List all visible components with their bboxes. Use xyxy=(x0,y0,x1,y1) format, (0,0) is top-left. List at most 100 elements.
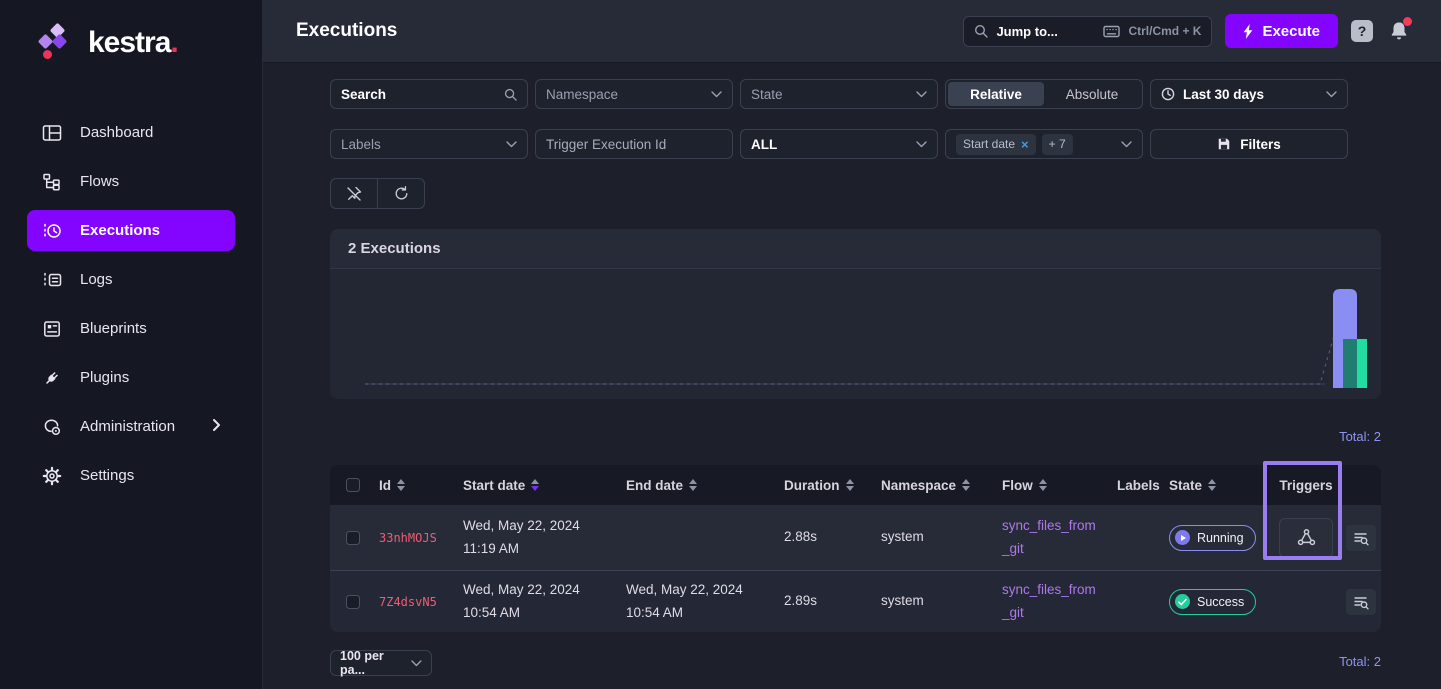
column-header-namespace[interactable]: Namespace xyxy=(877,478,998,493)
logs-list-icon xyxy=(41,269,63,291)
labels-select[interactable]: Labels xyxy=(330,129,528,159)
executions-bar-chart xyxy=(330,269,1381,399)
end-date-value: Wed, May 22, 202410:54 AM xyxy=(626,579,776,624)
column-header-state[interactable]: State xyxy=(1165,478,1272,493)
search-input[interactable] xyxy=(341,87,504,102)
lightning-icon xyxy=(1243,24,1253,39)
execution-id-link[interactable]: 7Z4dsvN5 xyxy=(379,595,437,609)
execute-button[interactable]: Execute xyxy=(1225,14,1338,48)
relative-toggle[interactable]: Relative xyxy=(948,82,1044,106)
select-all-checkbox[interactable] xyxy=(346,478,360,492)
execution-id-link[interactable]: 33nhMOJS xyxy=(379,531,437,545)
blueprints-board-icon xyxy=(41,318,63,340)
notification-badge xyxy=(1403,17,1412,26)
content: Namespace State Relative Absolute Last 3… xyxy=(263,63,1441,689)
toggle-charts-button[interactable] xyxy=(331,179,377,208)
admin-shield-gear-icon xyxy=(41,416,63,438)
total-count-top: Total: 2 xyxy=(330,429,1381,447)
success-check-icon xyxy=(1175,594,1190,609)
pin-off-icon xyxy=(345,185,363,203)
execution-details-button[interactable] xyxy=(1346,589,1376,615)
per-page-select[interactable]: 100 per pa... xyxy=(330,650,432,676)
help-button[interactable]: ? xyxy=(1351,20,1373,42)
sidebar-item-logs[interactable]: Logs xyxy=(27,259,235,300)
state-badge-success: Success xyxy=(1169,589,1256,615)
chart-canvas xyxy=(330,269,1381,399)
topbar: Executions Ctrl/Cmd + K Execute ? xyxy=(263,0,1441,63)
date-mode-toggle: Relative Absolute xyxy=(945,79,1143,109)
jump-to-input[interactable] xyxy=(996,24,1088,39)
state-select[interactable]: State xyxy=(740,79,938,109)
column-header-labels: Labels xyxy=(1113,478,1165,493)
keyboard-icon xyxy=(1103,25,1120,38)
chevron-down-icon xyxy=(1326,91,1337,98)
sort-icon[interactable] xyxy=(689,479,697,491)
flow-link[interactable]: sync_files_from_git xyxy=(1002,515,1102,560)
kestra-logo-icon xyxy=(36,24,78,62)
namespace-select[interactable]: Namespace xyxy=(535,79,733,109)
sort-icon[interactable] xyxy=(962,479,970,491)
table-footer: 100 per pa... Total: 2 xyxy=(330,650,1381,676)
sidebar-nav: Dashboard Flows Executions Logs xyxy=(0,112,262,496)
chevron-down-icon xyxy=(411,660,422,667)
sidebar-item-label: Executions xyxy=(80,222,160,239)
namespace-value: system xyxy=(881,529,924,544)
more-chips-badge[interactable]: + 7 xyxy=(1042,134,1073,155)
execution-details-button[interactable] xyxy=(1346,525,1376,551)
notifications-button[interactable] xyxy=(1386,18,1412,44)
sort-icon[interactable] xyxy=(1208,479,1216,491)
sidebar-item-flows[interactable]: Flows xyxy=(27,161,235,202)
sidebar-item-administration[interactable]: Administration xyxy=(27,406,235,447)
sidebar-item-label: Flows xyxy=(80,173,119,190)
sidebar-item-blueprints[interactable]: Blueprints xyxy=(27,308,235,349)
column-header-id[interactable]: Id xyxy=(375,478,459,493)
overlap-bar xyxy=(1343,339,1357,388)
sidebar-item-label: Logs xyxy=(80,271,113,288)
trigger-execution-id-filter[interactable] xyxy=(535,129,733,159)
table-row: 7Z4dsvN5 Wed, May 22, 202410:54 AM Wed, … xyxy=(330,570,1381,632)
sort-icon-active-desc[interactable] xyxy=(531,479,539,491)
sidebar-item-plugins[interactable]: Plugins xyxy=(27,357,235,398)
column-header-start-date[interactable]: Start date xyxy=(459,478,622,493)
date-range-select[interactable]: Last 30 days xyxy=(1150,79,1348,109)
chevron-down-icon xyxy=(916,91,927,98)
dashboard-grid-icon xyxy=(41,122,63,144)
sort-icon[interactable] xyxy=(846,479,854,491)
save-filters-button[interactable]: Filters xyxy=(1150,129,1348,159)
row-checkbox[interactable] xyxy=(346,595,360,609)
sidebar-item-label: Settings xyxy=(80,467,134,484)
sort-icon[interactable] xyxy=(1039,479,1047,491)
sort-icon[interactable] xyxy=(397,479,405,491)
search-filter[interactable] xyxy=(330,79,528,109)
absolute-toggle[interactable]: Absolute xyxy=(1044,82,1140,106)
kestra-logo[interactable]: kestra. xyxy=(0,22,262,64)
chart-header: 2 Executions xyxy=(330,229,1381,269)
jump-to-search[interactable]: Ctrl/Cmd + K xyxy=(963,16,1212,47)
state-badge-running: Running xyxy=(1169,525,1256,551)
sidebar-item-executions[interactable]: Executions xyxy=(27,210,235,251)
refresh-icon xyxy=(393,185,410,202)
close-icon[interactable]: × xyxy=(1021,137,1029,152)
flow-link[interactable]: sync_files_from_git xyxy=(1002,579,1102,624)
column-header-duration[interactable]: Duration xyxy=(780,478,877,493)
duration-value: 2.88s xyxy=(784,529,817,544)
sidebar-item-settings[interactable]: Settings xyxy=(27,455,235,496)
column-header-end-date[interactable]: End date xyxy=(622,478,780,493)
start-date-chip[interactable]: Start date × xyxy=(956,134,1036,155)
running-state-icon xyxy=(1175,530,1190,545)
total-count-bottom: Total: 2 xyxy=(1339,654,1381,672)
list-search-icon xyxy=(1352,530,1369,546)
trigger-button[interactable] xyxy=(1279,518,1333,558)
namespace-value: system xyxy=(881,593,924,608)
scope-select[interactable]: ALL xyxy=(740,129,938,159)
search-icon xyxy=(504,88,517,101)
page-title: Executions xyxy=(296,20,397,42)
refresh-button[interactable] xyxy=(377,179,424,208)
visible-columns-select[interactable]: Start date × + 7 xyxy=(945,129,1143,159)
row-checkbox[interactable] xyxy=(346,531,360,545)
column-header-flow[interactable]: Flow xyxy=(998,478,1113,493)
trigger-execution-id-input[interactable] xyxy=(546,137,722,152)
sidebar: kestra. Dashboard Flows Executions xyxy=(0,0,263,689)
sidebar-item-dashboard[interactable]: Dashboard xyxy=(27,112,235,153)
question-mark-icon: ? xyxy=(1358,23,1367,39)
